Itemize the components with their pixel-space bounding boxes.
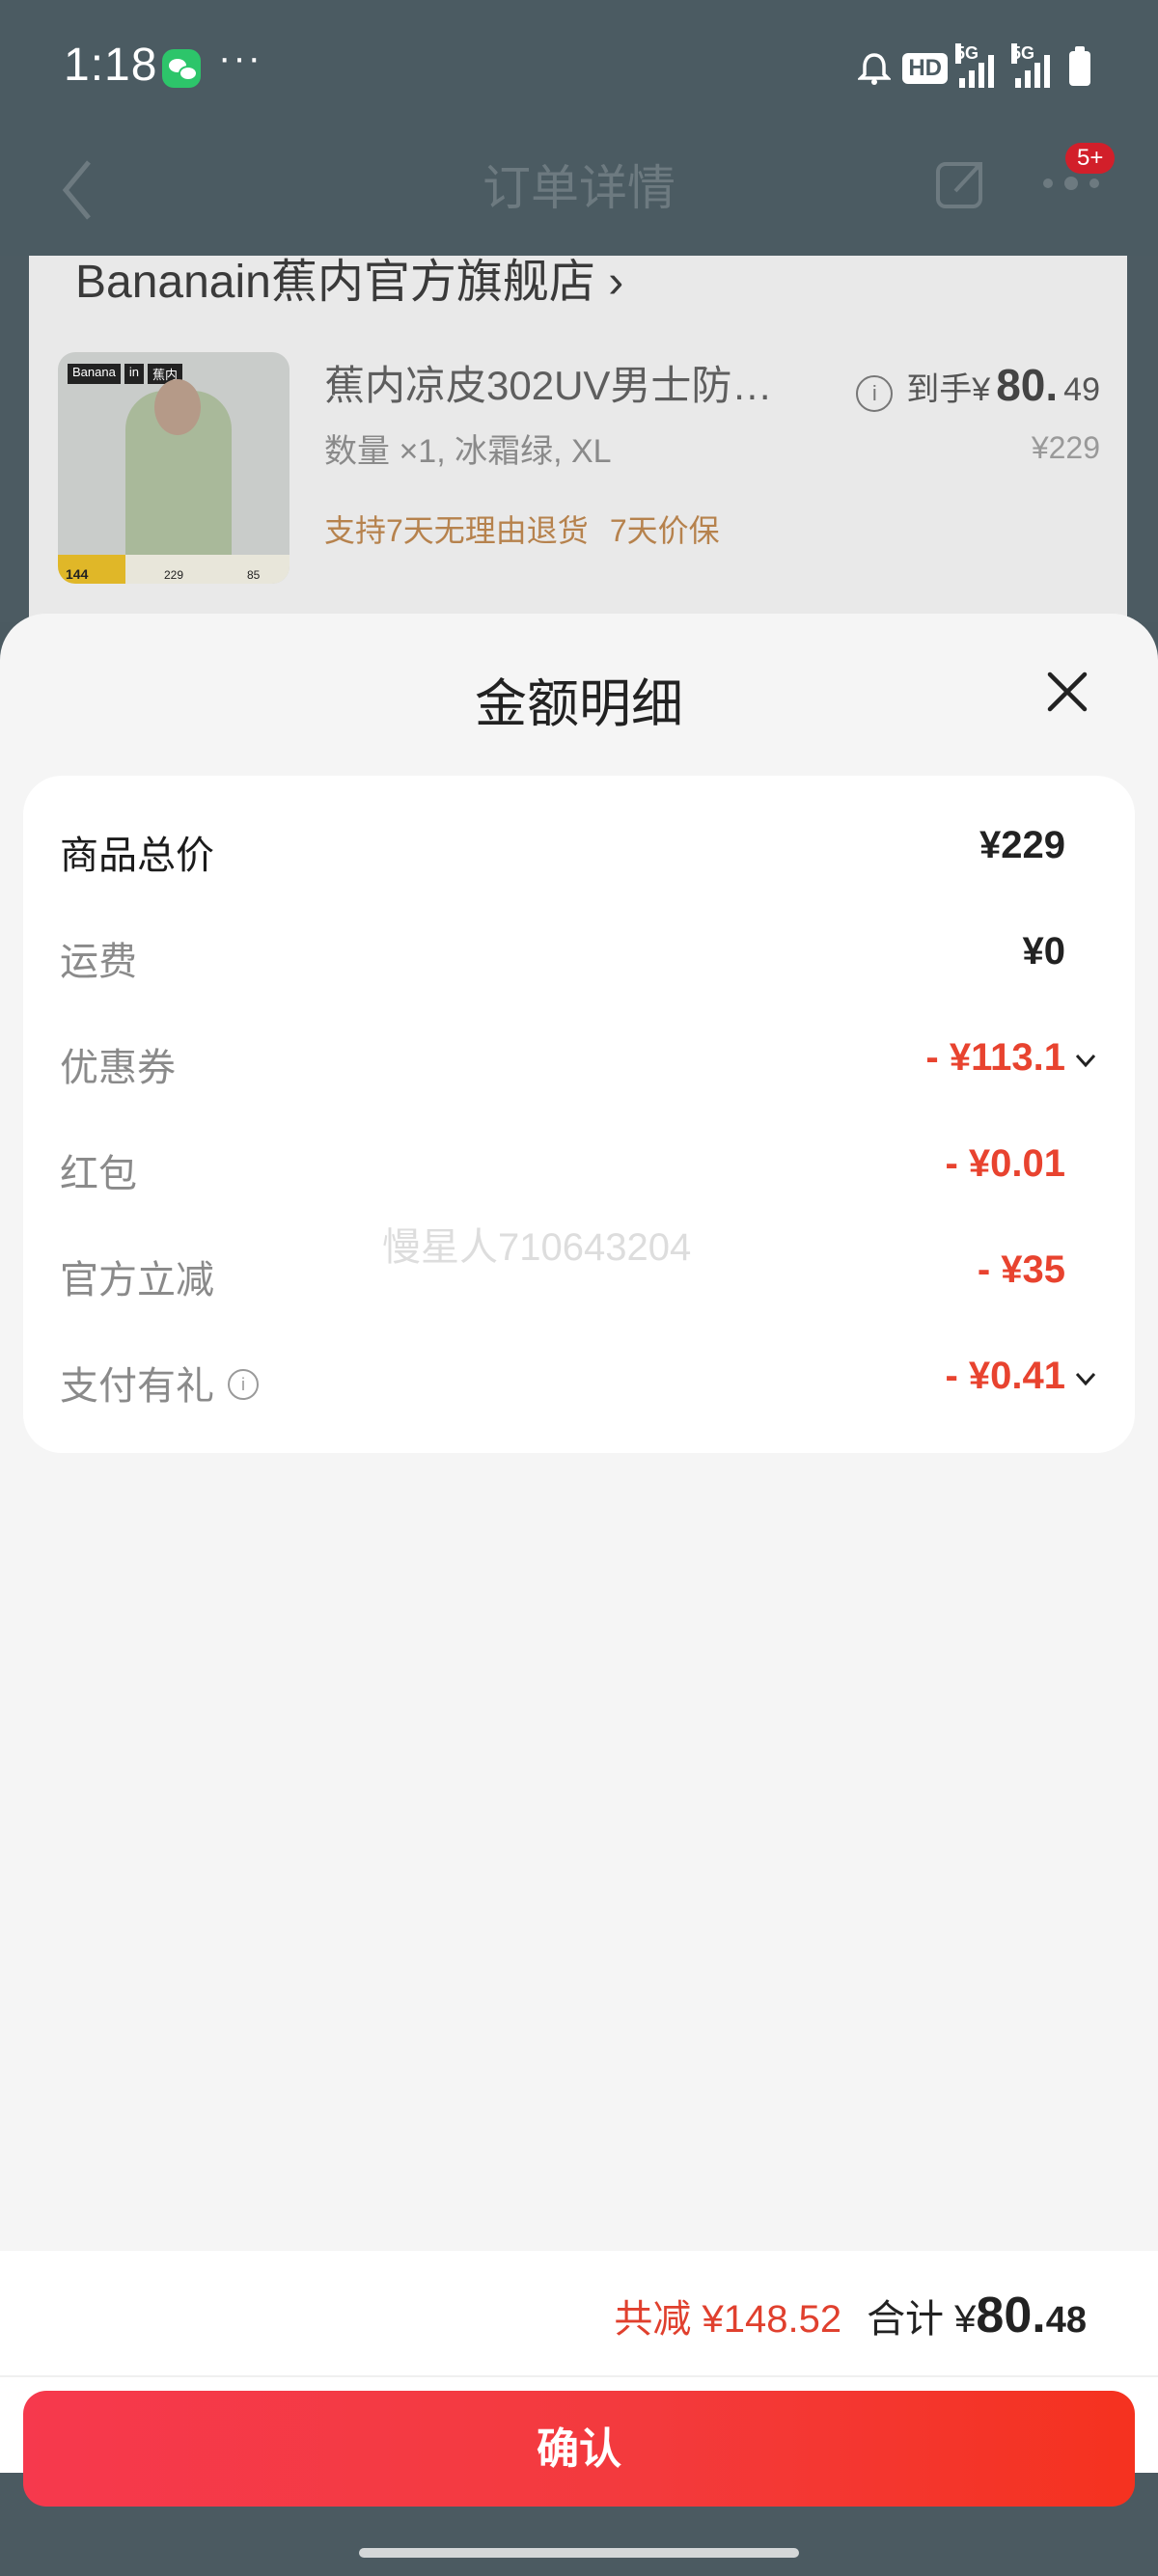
- price-summary: 共减 ¥148.52 合计 ¥80.48: [614, 2287, 1087, 2344]
- chevron-down-icon[interactable]: [1073, 1048, 1098, 1073]
- share-icon[interactable]: [934, 156, 988, 210]
- total-price: 合计 ¥80.48: [867, 2288, 1087, 2343]
- brand-tag: Banana in 蕉内: [68, 364, 182, 384]
- alarm-icon: [858, 52, 892, 85]
- total-reduction: 共减 ¥148.52: [614, 2298, 842, 2341]
- service-tags: 支持7天无理由退货 7天价保: [324, 507, 741, 551]
- sheet-title: 金额明细: [475, 675, 683, 733]
- wechat-icon: [162, 49, 201, 88]
- price-protect-tag: 7天价保: [609, 513, 720, 548]
- watermark: 慢星人710643204: [382, 1226, 692, 1269]
- signal-icon-2: 5G: [1011, 43, 1050, 88]
- divider: [0, 2375, 1158, 2377]
- row-payment-gift[interactable]: 支付有礼 i - ¥0.41: [60, 1355, 1098, 1412]
- product-spec: 数量 ×1, 冰霜绿, XL: [324, 433, 612, 470]
- row-red-packet: 红包 - ¥0.01: [60, 1142, 1065, 1195]
- status-icons: HD 5G 5G: [858, 43, 1090, 93]
- chevron-down-icon[interactable]: [1073, 1366, 1098, 1391]
- final-price: i 到手¥ 80. 49: [856, 359, 1100, 412]
- row-shipping: 运费 ¥0: [60, 930, 1065, 983]
- row-coupon[interactable]: 优惠券 - ¥113.1: [60, 1036, 1098, 1094]
- battery-icon: [1069, 46, 1090, 86]
- more-notifications-icon: ···: [218, 37, 262, 79]
- product-title[interactable]: 蕉内凉皮302UV男士防…: [324, 353, 772, 412]
- home-indicator[interactable]: [359, 2548, 799, 2558]
- clock: 1:18: [64, 40, 158, 91]
- hd-voice-icon: HD: [902, 53, 948, 84]
- more-icon[interactable]: [1042, 174, 1100, 193]
- confirm-button[interactable]: 确认: [23, 2391, 1135, 2507]
- close-icon[interactable]: [1044, 669, 1090, 715]
- model-head: [154, 379, 201, 435]
- system-nav-bar: [0, 2518, 1158, 2576]
- signal-icon-1: 5G: [955, 43, 994, 88]
- status-bar: 1:18 ··· HD 5G 5G: [0, 0, 1158, 140]
- product-image[interactable]: Banana in 蕉内 144 229 85: [58, 352, 290, 584]
- return-tag: 支持7天无理由退货: [324, 513, 589, 548]
- store-name[interactable]: Bananain蕉内官方旗舰店 ›: [75, 243, 623, 311]
- info-icon[interactable]: i: [856, 375, 894, 412]
- notification-badge: 5+: [1065, 143, 1116, 174]
- original-price: ¥229: [1031, 430, 1100, 465]
- row-subtotal: 商品总价 ¥229: [60, 824, 1065, 877]
- info-icon[interactable]: i: [228, 1369, 259, 1401]
